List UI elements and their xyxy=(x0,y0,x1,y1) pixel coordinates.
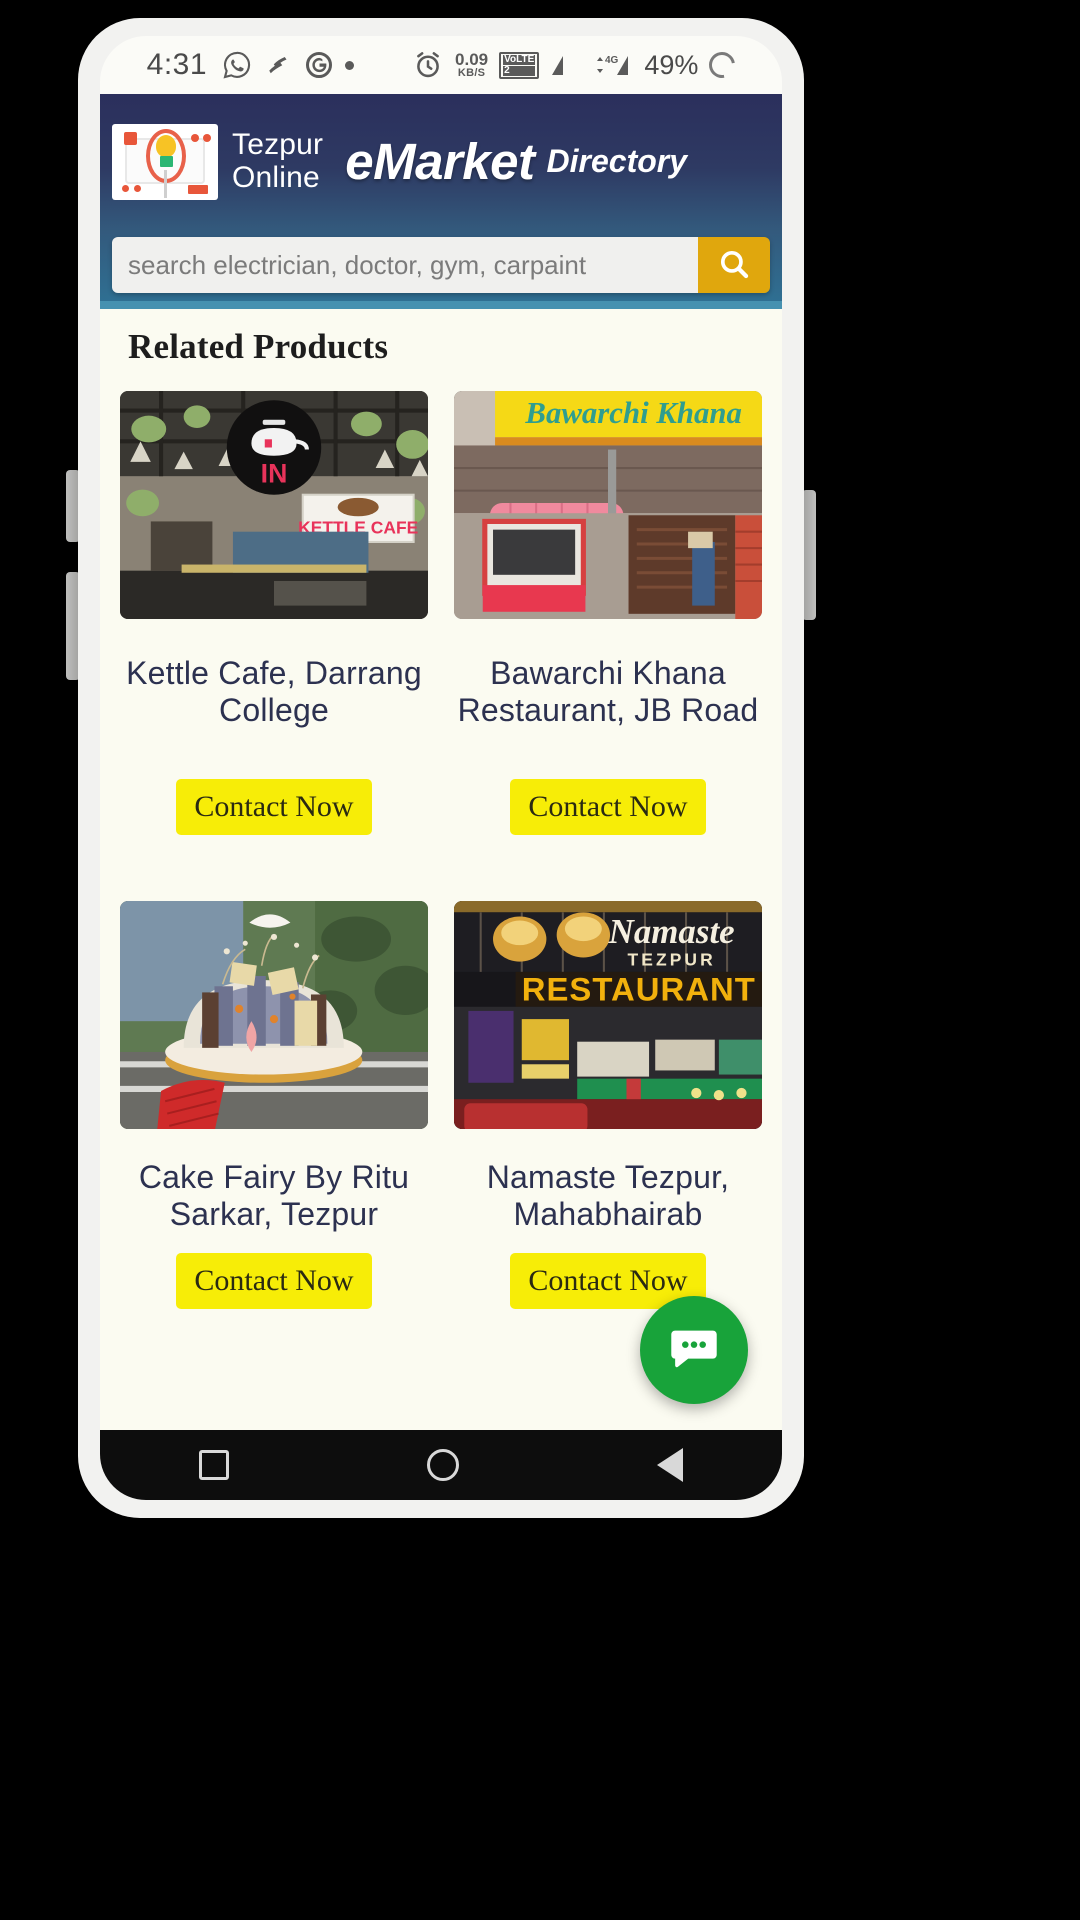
square-icon[interactable] xyxy=(199,1450,229,1480)
svg-text:RESTAURANT: RESTAURANT xyxy=(522,971,756,1008)
cake-fairy-cake-photo[interactable] xyxy=(120,901,428,1129)
svg-text:4G: 4G xyxy=(605,55,619,66)
chat-fab-button[interactable] xyxy=(640,1296,748,1404)
product-card[interactable]: Bawarchi Khana Bawarchi Khana Restaurant… xyxy=(454,391,762,835)
product-grid-row-1: IN KETTLE CAFE Kettle Cafe, Darrang Coll… xyxy=(100,367,782,835)
google-icon xyxy=(304,50,334,80)
product-title: Namaste Tezpur, Mahabhairab xyxy=(486,1159,730,1232)
status-time: 4:31 xyxy=(146,48,208,81)
header-accent-strip xyxy=(100,301,782,309)
svg-text:Namaste: Namaste xyxy=(608,912,735,951)
namaste-tezpur-restaurant-photo[interactable]: Namaste TEZPUR RESTAURANT xyxy=(454,901,762,1129)
search-input[interactable] xyxy=(112,237,698,293)
app-header: Tezpur Online eMarket Directory xyxy=(100,94,782,229)
brand-title: Tezpur Online eMarket Directory xyxy=(232,128,770,194)
volte-icon: VoLTE 2 xyxy=(499,51,540,79)
alarm-icon xyxy=(412,49,444,81)
battery-percent: 49% xyxy=(644,49,699,80)
data-rate-value: 0.09 xyxy=(455,50,489,69)
product-title: Kettle Cafe, Darrang College xyxy=(126,655,422,728)
kettle-cafe-storefront-photo[interactable]: IN KETTLE CAFE xyxy=(120,391,428,619)
product-grid-row-2: Cake Fairy By Ritu Sarkar, Tezpur Contac… xyxy=(100,877,782,1309)
status-bar: 4:31 0.09 KB/S VoLTE 2 4G 49% xyxy=(100,36,782,94)
contact-now-button[interactable]: Contact Now xyxy=(176,779,372,835)
android-nav-bar xyxy=(100,1430,782,1500)
contact-now-button[interactable]: Contact Now xyxy=(510,779,706,835)
product-card[interactable]: Cake Fairy By Ritu Sarkar, Tezpur Contac… xyxy=(120,901,428,1309)
svg-text:Bawarchi Khana: Bawarchi Khana xyxy=(524,396,742,430)
whatsapp-icon xyxy=(222,50,252,80)
screen-root: 4:31 0.09 KB/S VoLTE 2 4G 49% Tezpur Onl… xyxy=(0,0,1080,1920)
circle-icon[interactable] xyxy=(427,1449,459,1481)
triangle-back-icon[interactable] xyxy=(657,1448,683,1482)
search-button[interactable] xyxy=(698,237,770,293)
product-title: Bawarchi Khana Restaurant, JB Road xyxy=(457,655,759,728)
network-type-icon: 4G xyxy=(591,52,631,78)
bawarchi-khana-storefront-photo[interactable]: Bawarchi Khana xyxy=(454,391,762,619)
data-rate-indicator: 0.09 KB/S xyxy=(455,51,488,79)
brand-directory: Directory xyxy=(546,143,688,179)
dot-icon xyxy=(345,60,355,70)
svg-text:TEZPUR: TEZPUR xyxy=(628,950,716,970)
search-bar-container xyxy=(100,229,782,301)
contact-now-button[interactable]: Contact Now xyxy=(176,1253,372,1309)
tezpur-online-logo[interactable] xyxy=(112,123,218,200)
page-title: Related Products xyxy=(128,327,389,366)
product-card[interactable]: Namaste TEZPUR RESTAURANT Namaste Tezpur… xyxy=(454,901,762,1309)
product-card[interactable]: IN KETTLE CAFE Kettle Cafe, Darrang Coll… xyxy=(120,391,428,835)
product-title: Cake Fairy By Ritu Sarkar, Tezpur xyxy=(138,1159,410,1232)
svg-text:IN: IN xyxy=(261,458,288,488)
search-icon xyxy=(717,247,751,284)
phone-frame: 4:31 0.09 KB/S VoLTE 2 4G 49% Tezpur Onl… xyxy=(78,18,804,1518)
chat-bubble-icon xyxy=(665,1320,723,1381)
volte-label: VoLTE xyxy=(503,53,536,65)
phone-screen: 4:31 0.09 KB/S VoLTE 2 4G 49% Tezpur Onl… xyxy=(100,36,782,1500)
battery-ring-icon xyxy=(704,46,741,84)
volte-sim-label: 2 xyxy=(503,65,536,76)
brand-line-1: Tezpur xyxy=(232,128,324,162)
brand-emarket: eMarket xyxy=(345,133,535,190)
data-rate-unit: KB/S xyxy=(457,67,486,79)
main-content: Related Products IN KETTLE CAFE Kettle C… xyxy=(100,309,782,1431)
power-button[interactable] xyxy=(802,490,816,620)
brand-line-2: Online xyxy=(232,160,320,194)
signal-bars-icon xyxy=(550,52,580,78)
app-icon xyxy=(263,50,293,80)
